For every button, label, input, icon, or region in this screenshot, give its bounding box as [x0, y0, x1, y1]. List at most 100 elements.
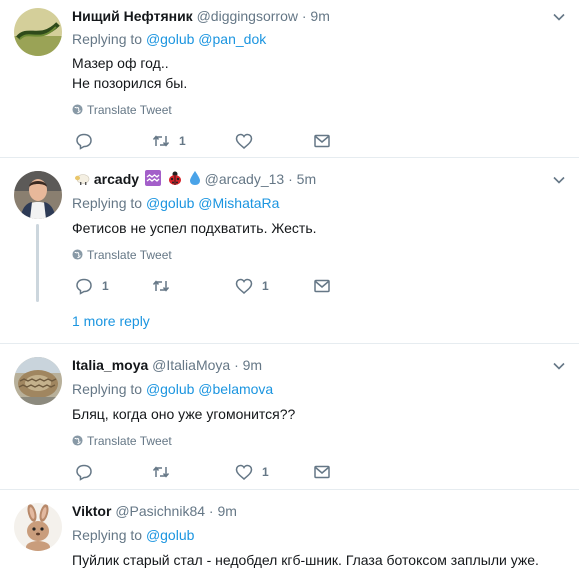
chevron-down-icon[interactable] [553, 11, 565, 23]
author-name[interactable]: arcady [94, 171, 139, 187]
aquarius-emoji-icon [144, 170, 161, 191]
tweet-text-line: Фетисов не успел подхватить. Жесть. [72, 220, 317, 236]
reply-button[interactable] [75, 132, 102, 150]
retweet-button[interactable] [152, 277, 179, 295]
mention-link[interactable]: @golub [146, 31, 194, 47]
reply-button[interactable]: 1 [75, 277, 109, 295]
envelope-icon [314, 465, 330, 479]
tweet-item[interactable]: arcady @arcady_13 · 5m Replying to @golu… [0, 158, 579, 344]
reply-icon [76, 133, 92, 150]
heart-icon [235, 278, 253, 294]
tweet-actions: 1 1 [72, 277, 342, 295]
tweet-item[interactable]: Viktor @Pasichnik84 · 9m Replying to @go… [0, 490, 579, 574]
mention-link[interactable]: @MishataRa [198, 195, 279, 211]
replying-to-label: Replying to [72, 381, 143, 397]
retweet-button[interactable] [152, 463, 179, 481]
avatar-image [14, 8, 62, 56]
separator-dot: · [288, 171, 293, 187]
timestamp[interactable]: 9m [310, 8, 329, 24]
mention-link[interactable]: @golub [146, 527, 194, 543]
tweet-text-line: Бляц, когда оно уже угомонится?? [72, 406, 296, 422]
tweet-actions: 1 [72, 132, 342, 150]
chevron-down-icon[interactable] [553, 174, 565, 186]
globe-icon [72, 104, 83, 115]
translate-label: Translate Tweet [87, 434, 172, 448]
tweet-text: Пуйлик старый стал - недобдел кгб-шник. … [72, 550, 579, 570]
tweet-header: arcady @arcady_13 · 5m [72, 169, 539, 189]
mention-link[interactable]: @golub [146, 381, 194, 397]
tweet-header: Viktor @Pasichnik84 · 9m [72, 501, 539, 521]
thread-connector [36, 224, 39, 302]
show-more-replies-link[interactable]: 1 more reply [72, 311, 150, 331]
like-button[interactable]: 1 [235, 463, 269, 481]
retweet-icon [152, 280, 170, 292]
author-name[interactable]: Italia_moya [72, 357, 148, 373]
tweet-text: Фетисов не успел подхватить. Жесть. [72, 218, 565, 238]
author-username[interactable]: @Pasichnik84 [115, 503, 205, 519]
ladybug-emoji-icon [167, 170, 183, 191]
translate-label: Translate Tweet [87, 103, 172, 117]
tweet-item[interactable]: Нищий Нефтяник @diggingsorrow · 9m Reply… [0, 0, 579, 158]
tweet-text: Бляц, когда оно уже угомонится?? [72, 404, 565, 424]
tweet-text-line: Не позорился бы. [72, 75, 188, 91]
direct-message-button[interactable] [313, 463, 331, 481]
reply-icon [76, 464, 92, 481]
heart-icon [235, 133, 253, 149]
avatar[interactable] [14, 8, 62, 56]
replying-to: Replying to @golub @belamova [72, 379, 273, 399]
like-count: 1 [262, 279, 269, 293]
avatar-image [14, 171, 62, 219]
like-count: 1 [262, 465, 269, 479]
like-button[interactable] [235, 132, 262, 150]
tweet-text: Мазер оф год.. Не позорился бы. [72, 53, 565, 93]
mention-link[interactable]: @belamova [198, 381, 273, 397]
avatar-image [14, 503, 62, 551]
timestamp[interactable]: 9m [217, 503, 236, 519]
mention-link[interactable]: @golub [146, 195, 194, 211]
translate-tweet[interactable]: Translate Tweet [72, 433, 172, 449]
tweet-header: Нищий Нефтяник @diggingsorrow · 9m [72, 6, 539, 26]
envelope-icon [314, 279, 330, 293]
chevron-down-icon[interactable] [553, 360, 565, 372]
translate-label: Translate Tweet [87, 248, 172, 262]
timestamp[interactable]: 5m [297, 171, 316, 187]
droplet-emoji-icon [189, 170, 201, 191]
timestamp[interactable]: 9m [243, 357, 262, 373]
avatar[interactable] [14, 503, 62, 551]
retweet-count: 1 [179, 134, 186, 148]
tweet-text-line: Мазер оф год.. [72, 55, 169, 71]
reply-icon [76, 278, 92, 295]
replying-to: Replying to @golub @pan_dok [72, 29, 266, 49]
sheep-emoji-icon [74, 171, 90, 191]
replying-to: Replying to @golub [72, 525, 194, 545]
direct-message-button[interactable] [313, 132, 331, 150]
tweet-text-line: Пуйлик старый стал - недобдел кгб-шник. … [72, 552, 539, 568]
retweet-button[interactable]: 1 [152, 132, 186, 150]
avatar[interactable] [14, 171, 62, 219]
retweet-icon [152, 466, 170, 478]
separator-dot: · [234, 357, 239, 373]
heart-icon [235, 464, 253, 480]
reply-button[interactable] [75, 463, 102, 481]
mention-link[interactable]: @pan_dok [198, 31, 266, 47]
author-name[interactable]: Нищий Нефтяник [72, 8, 193, 24]
author-name[interactable]: Viktor [72, 503, 111, 519]
direct-message-button[interactable] [313, 277, 331, 295]
replying-to-label: Replying to [72, 195, 143, 211]
translate-tweet[interactable]: Translate Tweet [72, 102, 172, 118]
like-button[interactable]: 1 [235, 277, 269, 295]
tweet-header: Italia_moya @ItaliaMoya · 9m [72, 355, 539, 375]
avatar[interactable] [14, 357, 62, 405]
author-username[interactable]: @diggingsorrow [197, 8, 298, 24]
retweet-icon [152, 135, 170, 147]
author-username[interactable]: @ItaliaMoya [152, 357, 230, 373]
tweet-actions: 1 [72, 463, 342, 481]
tweet-item[interactable]: Italia_moya @ItaliaMoya · 9m Replying to… [0, 344, 579, 490]
envelope-icon [314, 134, 330, 148]
reply-count: 1 [102, 279, 109, 293]
author-username[interactable]: @arcady_13 [205, 171, 285, 187]
globe-icon [72, 435, 83, 446]
separator-dot: · [208, 503, 214, 519]
replying-to-label: Replying to [72, 31, 143, 47]
translate-tweet[interactable]: Translate Tweet [72, 247, 172, 263]
